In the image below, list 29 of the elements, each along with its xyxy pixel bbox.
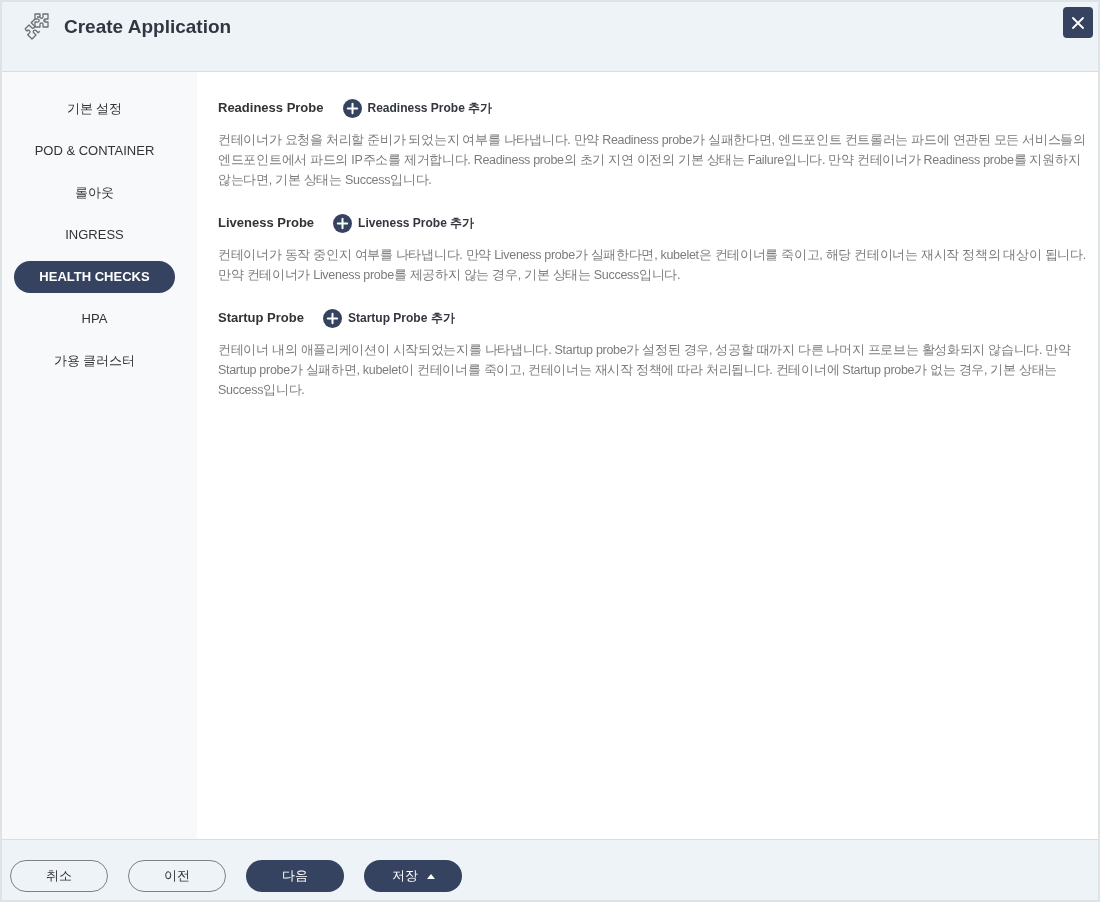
plus-circle-icon — [322, 308, 342, 328]
add-probe-button[interactable]: Readiness Probe 추가 — [342, 98, 493, 118]
section-description: 컨테이너 내의 애플리케이션이 시작되었는지를 나타냅니다. Startup probe가 설정된 경우, 성공할 때까지 다른 나머지 프로브는 활성화되지 않습니다. 만약 Startup probe가 실패하면, kubelet이 컨테이너를 죽이고, 컨테이너는 재시작 정책에 따라 처리됩니다. 컨테이너에 Startup probe가 없는 경우, 기본 상태는 Success입니다. — [218, 342, 1072, 399]
section-description: 컨테이너가 요청을 처리할 준비가 되었는지 여부를 나타냅니다. 만약 Readiness probe가 실패한다면, 엔드포인트 컨트롤러는 파드에 연관된 모든 서비스들의 엔드포인트에서 파드의 IP주소를 제거합니다. Readiness probe의 초기 지연 이전의 기본 상태는 Failure입니다. 만약 컨테이너가 Readiness probe를 지원하지 않는다면, 기본 상태는 Success입니다. — [218, 132, 1087, 189]
save-dropdown-button[interactable]: 저장 — [364, 860, 462, 892]
plus-circle-icon — [342, 98, 362, 118]
section-heading: Readiness Probe — [218, 99, 324, 118]
sidebar-item[interactable]: 롤아웃 — [14, 177, 175, 209]
primary-button[interactable]: 다음 — [246, 860, 344, 892]
sidebar-item[interactable]: 가용 클러스터 — [14, 345, 175, 377]
window-title: Create Application — [64, 14, 232, 39]
section-heading: Startup Probe — [218, 309, 304, 328]
plus-circle-icon — [333, 213, 353, 233]
caret-up-icon — [426, 873, 435, 879]
section-description: 컨테이너가 동작 중인지 여부를 나타냅니다. 만약 Liveness probe가 실패한다면, kubelet은 컨테이너를 죽이고, 해당 컨테이너는 재시작 정책의 대상이 됩니다. 만약 컨테이너가 Liveness probe를 제공하지 않는 경우, 기본 상태는 Success입니다. — [218, 247, 1088, 284]
sidebar-item[interactable]: HEALTH CHECKS — [14, 261, 175, 293]
close-button[interactable] — [1063, 7, 1093, 38]
sidebar-item[interactable]: INGRESS — [14, 219, 175, 251]
button-label: Liveness Probe 추가 — [358, 215, 475, 232]
add-probe-button[interactable]: Liveness Probe 추가 — [333, 213, 475, 233]
button-label: Readiness Probe 추가 — [367, 100, 493, 117]
close-icon — [1072, 16, 1084, 29]
button-label: 저장 — [391, 867, 418, 886]
add-probe-button[interactable]: Startup Probe 추가 — [322, 308, 455, 328]
section-heading: Liveness Probe — [218, 214, 315, 233]
sidebar-item[interactable]: POD & CONTAINER — [14, 135, 175, 167]
sidebar-item[interactable]: 기본 설정 — [14, 93, 175, 125]
sidebar-item[interactable]: HPA — [14, 303, 175, 335]
button-label: Startup Probe 추가 — [347, 310, 455, 327]
